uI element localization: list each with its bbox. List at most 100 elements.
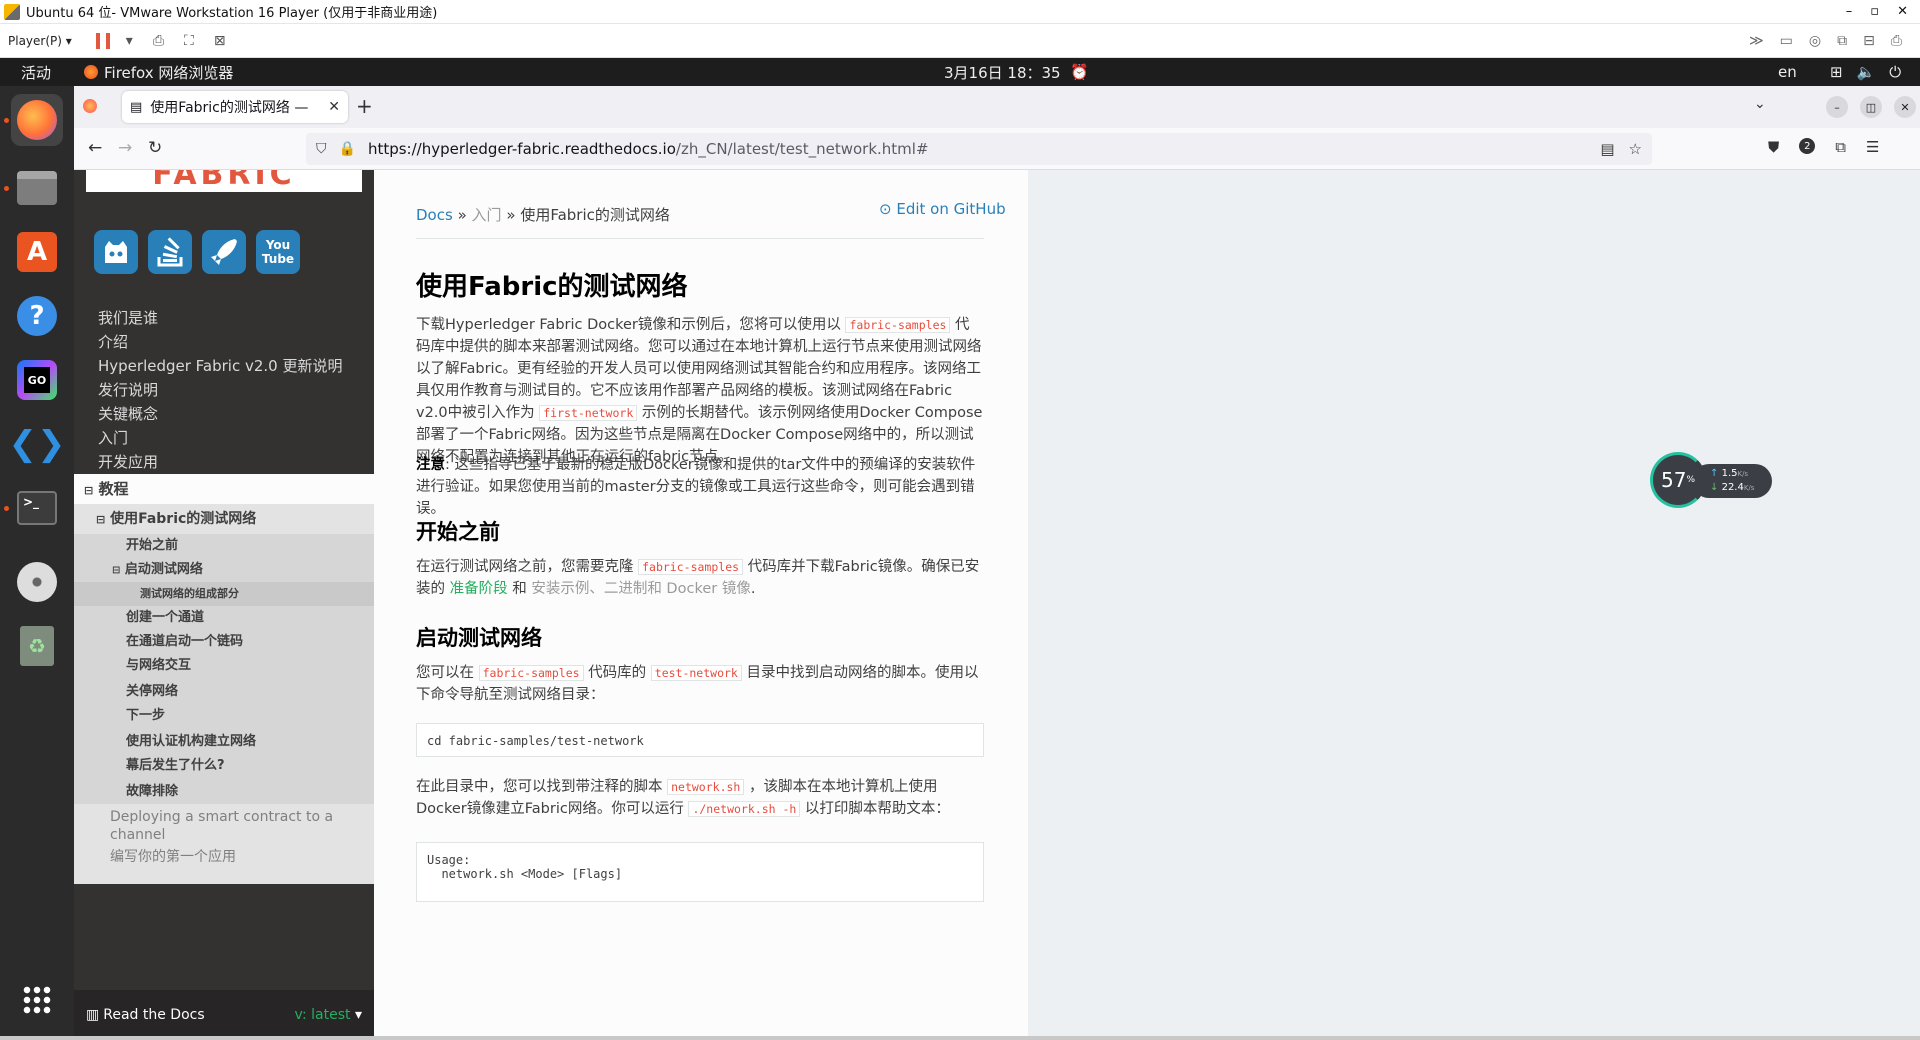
code-block-usage[interactable]: Usage: network.sh <Mode> [Flags] <box>416 842 984 902</box>
dropdown-arrow-icon[interactable]: ▾ <box>126 33 133 49</box>
nav-item-troubleshooting[interactable]: 故障排除 <box>74 780 374 804</box>
nav-item-network-components[interactable]: 测试网络的组成部分 <box>74 582 374 606</box>
heading-bring-up-network: 启动测试网络 <box>416 626 542 650</box>
printer-icon[interactable]: ⎙ <box>1891 33 1902 49</box>
breadcrumb: Docs » 入门 » 使用Fabric的测试网络 <box>416 206 670 224</box>
app-menu[interactable]: Firefox 网络浏览器 <box>84 62 233 83</box>
book-icon: ▥ <box>86 1007 100 1023</box>
network-speed-widget[interactable]: ↑ 1.5K/s ↓ 22.4K/s 57% <box>1650 452 1772 508</box>
reader-view-icon[interactable]: ▤ <box>1600 140 1614 158</box>
tracking-shield-icon[interactable]: ⛉ <box>316 141 327 157</box>
window-minimize-button[interactable]: – <box>1826 96 1848 118</box>
nav-item-release-notes[interactable]: 发行说明 <box>74 378 374 402</box>
nav-item-intro[interactable]: 介绍 <box>74 330 374 354</box>
install-samples-link[interactable]: 安装示例、二进制和 Docker 镜像 <box>531 581 751 597</box>
dvd-icon[interactable] <box>11 556 63 608</box>
nav-item-first-app[interactable]: 编写你的第一个应用 <box>74 844 374 884</box>
app-menu-label: Firefox 网络浏览器 <box>104 63 234 82</box>
nav-item-tutorials[interactable]: ⊟ 教程 <box>74 474 374 504</box>
firefox-view-icon[interactable] <box>74 98 106 117</box>
pocket-icon[interactable]: ⛊ <box>1768 138 1779 156</box>
page-icon: ▤ <box>130 99 143 115</box>
cd-icon[interactable]: ◎ <box>1809 33 1821 49</box>
player-menu[interactable]: Player(P) ▾ <box>8 34 72 48</box>
extension-badge[interactable]: 2 <box>1799 138 1816 154</box>
window-maximize-button[interactable]: ◫ <box>1860 96 1882 118</box>
activities-button[interactable]: 活动 <box>0 62 72 83</box>
maximize-button[interactable]: ▫ <box>1870 4 1879 19</box>
network-adapter-icon[interactable]: ⧉ <box>1837 33 1847 49</box>
terminal-icon[interactable]: >_ <box>11 482 63 534</box>
goland-icon[interactable]: GO <box>11 354 63 406</box>
clock[interactable]: 3月16日 18：35 <box>944 62 1061 83</box>
usb-icon[interactable]: ⊟ <box>1863 33 1875 49</box>
heading-before-you-begin: 开始之前 <box>416 520 500 544</box>
url-bar[interactable]: ⛉ 🔒 https://hyperledger-fabric.readthedo… <box>306 133 1652 165</box>
send-keys-icon[interactable]: ⎙ <box>153 33 164 49</box>
show-apps-icon[interactable] <box>11 974 63 1026</box>
vscode-icon[interactable]: ❮❯ <box>9 418 66 470</box>
fullscreen-icon[interactable]: ⛶ <box>184 33 194 49</box>
nav-item-whatsnew[interactable]: Hyperledger Fabric v2.0 更新说明 <box>74 354 374 378</box>
minimize-button[interactable]: – <box>1846 4 1853 19</box>
note-paragraph: 注意: 这些指导已基于最新的稳定版Docker镜像和提供的tar文件中的预编译的… <box>416 457 976 517</box>
web-page: FABRIC You Tube 我们是谁 介绍 Hyperledger Fabr… <box>74 170 1920 1040</box>
inline-code: first-network <box>539 405 638 421</box>
alarm-icon: ⏰ <box>1070 63 1089 81</box>
nav-item-start-chaincode[interactable]: 在通道启动一个链码 <box>74 630 374 654</box>
system-tray[interactable]: ⊞ 🔈 ⏻ <box>1830 63 1901 81</box>
read-the-docs-footer[interactable]: ▥ Read the Docs v: latest ▾ <box>74 990 374 1040</box>
bookmark-star-icon[interactable]: ☆ <box>1629 140 1642 158</box>
hamburger-menu-icon[interactable]: ☰ <box>1866 138 1879 156</box>
code-block-cd[interactable]: cd fabric-samples/test-network <box>416 723 984 757</box>
youtube-icon[interactable]: You Tube <box>256 230 300 274</box>
more-devices-icon[interactable]: ≫ <box>1749 33 1764 49</box>
nav-item-bring-down-network[interactable]: 关停网络 <box>74 680 374 704</box>
rocket-icon[interactable] <box>202 230 246 274</box>
firefox-icon[interactable] <box>11 94 63 146</box>
power-icon: ⏻ <box>1889 63 1902 81</box>
nav-item-key-concepts[interactable]: 关键概念 <box>74 402 374 426</box>
app-center-icon[interactable]: A <box>11 226 63 278</box>
fabric-logo[interactable]: FABRIC <box>86 170 362 192</box>
prereqs-link[interactable]: 准备阶段 <box>450 581 508 597</box>
nav-item-interact-network[interactable]: 与网络交互 <box>74 654 374 680</box>
tab-active[interactable]: ▤ 使用Fabric的测试网络 — ✕ <box>122 91 348 123</box>
close-tab-icon[interactable]: ✕ <box>328 99 340 115</box>
version-selector[interactable]: v: latest ▾ <box>294 1007 362 1023</box>
nav-item-develop-apps[interactable]: 开发应用 <box>74 450 374 474</box>
extensions-icon[interactable]: ⧉ <box>1835 138 1846 156</box>
close-button[interactable]: ✕ <box>1897 4 1908 19</box>
nav-item-what-happened[interactable]: 幕后发生了什么? <box>74 754 374 780</box>
window-close-button[interactable]: ✕ <box>1894 96 1916 118</box>
nav-item-test-network[interactable]: ⊟ 使用Fabric的测试网络 <box>74 504 374 534</box>
nav-item-create-channel[interactable]: 创建一个通道 <box>74 606 374 630</box>
nav-item-before-you-begin[interactable]: 开始之前 <box>74 534 374 558</box>
files-icon[interactable] <box>11 162 63 214</box>
unity-icon[interactable]: ⊠ <box>214 33 226 49</box>
nav-item-deploy-contract[interactable]: Deploying a smart contract to a channel <box>74 804 374 844</box>
help-icon[interactable]: ? <box>11 290 63 342</box>
list-tabs-icon[interactable]: ⌄ <box>1754 96 1766 112</box>
nav-item-next-steps[interactable]: 下一步 <box>74 704 374 730</box>
new-tab-button[interactable]: + <box>356 94 373 118</box>
input-language[interactable]: en <box>1778 63 1797 81</box>
forward-button[interactable]: → <box>118 138 132 158</box>
github-icon[interactable] <box>94 230 138 274</box>
edit-on-github-link[interactable]: ⊙ Edit on GitHub <box>879 200 1006 218</box>
nav-item-getting-started[interactable]: 入门 <box>74 426 374 450</box>
nav-item-ca-network[interactable]: 使用认证机构建立网络 <box>74 730 374 754</box>
divider <box>416 238 984 239</box>
reload-button[interactable]: ↻ <box>148 138 162 158</box>
running-indicator <box>4 118 9 123</box>
nav-item-about[interactable]: 我们是谁 <box>74 306 374 330</box>
pause-icon[interactable] <box>95 32 110 49</box>
breadcrumb-docs[interactable]: Docs <box>416 206 453 224</box>
hdd-icon[interactable]: ▭ <box>1780 33 1793 49</box>
lock-icon[interactable]: 🔒 <box>339 141 356 157</box>
nav-item-bring-up-network[interactable]: ⊟ 启动测试网络 <box>74 558 374 582</box>
back-button[interactable]: ← <box>88 138 102 158</box>
trash-icon[interactable]: ♻ <box>11 620 63 672</box>
stackoverflow-icon[interactable] <box>148 230 192 274</box>
breadcrumb-getting-started[interactable]: 入门 <box>472 206 502 224</box>
